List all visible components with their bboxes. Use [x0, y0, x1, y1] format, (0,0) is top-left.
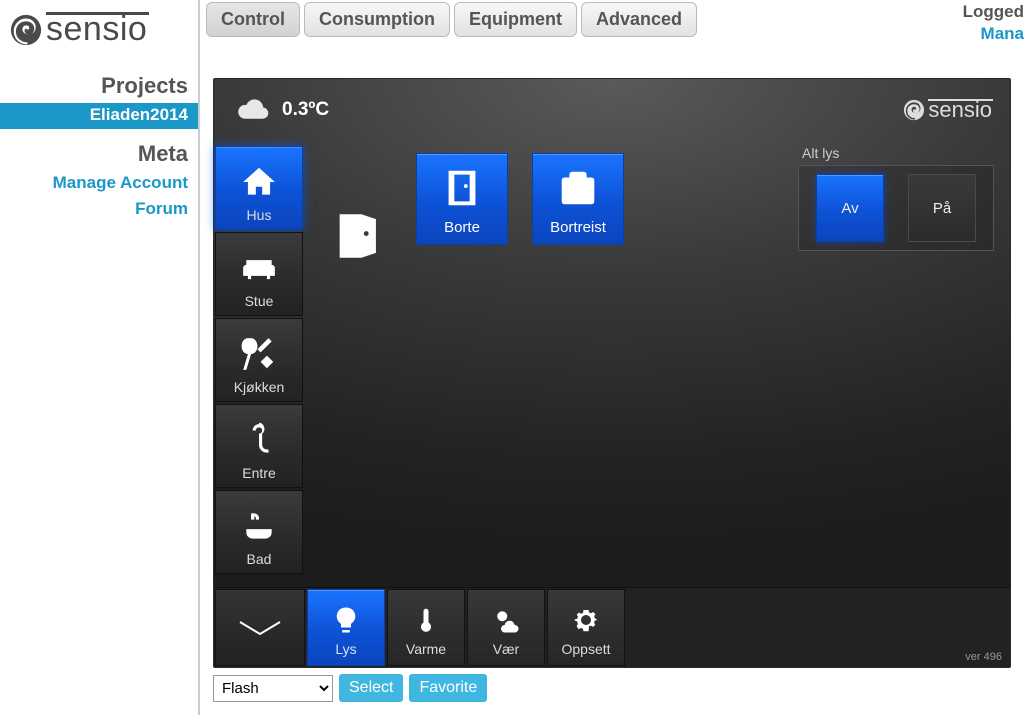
alt-lys-label: Alt lys [798, 145, 994, 165]
scene-tile-bortreist[interactable]: Bortreist [532, 153, 624, 245]
alt-lys-box: Av På [798, 165, 994, 251]
left-sidebar: sensio Projects Eliaden2014 Meta Manage … [0, 0, 200, 715]
sofa-icon [240, 249, 278, 287]
faucet-icon [240, 507, 278, 545]
room-tile-bad[interactable]: Bad [215, 490, 303, 574]
panel-bottom-bar: Lys Varme Vær Oppsett ver 496 [214, 587, 1010, 667]
chevron-down-icon [238, 618, 282, 638]
panel-brand: sensio [902, 97, 992, 123]
suitcase-icon [555, 165, 601, 211]
bulb-icon [331, 605, 361, 635]
scene-label: Borte [444, 219, 480, 236]
door-closed-icon [439, 165, 485, 211]
brand-text: sensio [46, 10, 147, 49]
alt-lys-on-button[interactable]: På [908, 174, 976, 242]
room-tile-entre[interactable]: Entre [215, 404, 303, 488]
manage-account-link[interactable]: Manage Account [0, 171, 198, 197]
category-label: Varme [406, 641, 446, 657]
category-label: Lys [335, 641, 356, 657]
category-tile-lys[interactable]: Lys [307, 589, 385, 666]
room-label: Entre [242, 465, 275, 481]
temperature-value: 0.3ºC [282, 99, 329, 121]
room-label: Kjøkken [234, 379, 285, 395]
logged-label: Logged [963, 2, 1024, 21]
control-panel: 0.3ºC sensio Hus Stue Kjøkken Entre [213, 78, 1011, 668]
category-label: Vær [493, 641, 519, 657]
whisk-icon [240, 335, 278, 373]
gear-icon [571, 605, 601, 635]
collapse-tile[interactable] [215, 589, 305, 666]
swirl-icon [8, 12, 44, 48]
manage-link-top[interactable]: Mana [963, 24, 1024, 44]
tab-control[interactable]: Control [206, 2, 300, 37]
weather-icon [491, 605, 521, 635]
room-tile-kjokken[interactable]: Kjøkken [215, 318, 303, 402]
tab-consumption[interactable]: Consumption [304, 2, 450, 37]
thermometer-icon [411, 605, 441, 635]
brand-logo: sensio [8, 10, 194, 49]
category-tile-varme[interactable]: Varme [387, 589, 465, 666]
project-link-active[interactable]: Eliaden2014 [0, 103, 198, 129]
projects-header: Projects [0, 69, 198, 103]
door-open-icon [330, 207, 388, 265]
alt-lys-off-button[interactable]: Av [816, 174, 884, 242]
scene-tile-home[interactable] [330, 207, 392, 269]
weather-widget: 0.3ºC [232, 96, 329, 124]
forum-link[interactable]: Forum [0, 197, 198, 223]
meta-header: Meta [0, 137, 198, 171]
tab-equipment[interactable]: Equipment [454, 2, 577, 37]
rooms-column: Hus Stue Kjøkken Entre Bad [214, 145, 304, 587]
room-label: Hus [247, 207, 272, 223]
room-tile-stue[interactable]: Stue [215, 232, 303, 316]
alt-lys-group: Alt lys Av På [798, 145, 994, 251]
panel-brand-text: sensio [928, 97, 992, 123]
category-label: Oppsett [561, 641, 610, 657]
favorite-button[interactable]: Favorite [409, 674, 487, 702]
top-tabs: Control Consumption Equipment Advanced L… [206, 0, 1024, 40]
login-status: Logged Mana [963, 2, 1024, 44]
swirl-icon [902, 98, 926, 122]
category-tile-vaer[interactable]: Vær [467, 589, 545, 666]
hook-icon [240, 421, 278, 459]
cloud-icon [232, 96, 272, 124]
room-tile-hus[interactable]: Hus [215, 146, 303, 230]
scene-label: Bortreist [550, 219, 606, 236]
version-label: ver 496 [965, 651, 1002, 663]
tab-advanced[interactable]: Advanced [581, 2, 697, 37]
house-icon [240, 163, 278, 201]
room-label: Bad [247, 551, 272, 567]
panel-top-bar: 0.3ºC sensio [214, 79, 1010, 141]
select-button[interactable]: Select [339, 674, 403, 702]
scene-tile-borte[interactable]: Borte [416, 153, 508, 245]
room-label: Stue [245, 293, 274, 309]
center-area: Borte Bortreist Alt lys Av På [314, 145, 1000, 577]
category-tile-oppsett[interactable]: Oppsett [547, 589, 625, 666]
viewer-controls: Flash Select Favorite [213, 674, 487, 702]
viewer-select[interactable]: Flash [213, 675, 333, 702]
